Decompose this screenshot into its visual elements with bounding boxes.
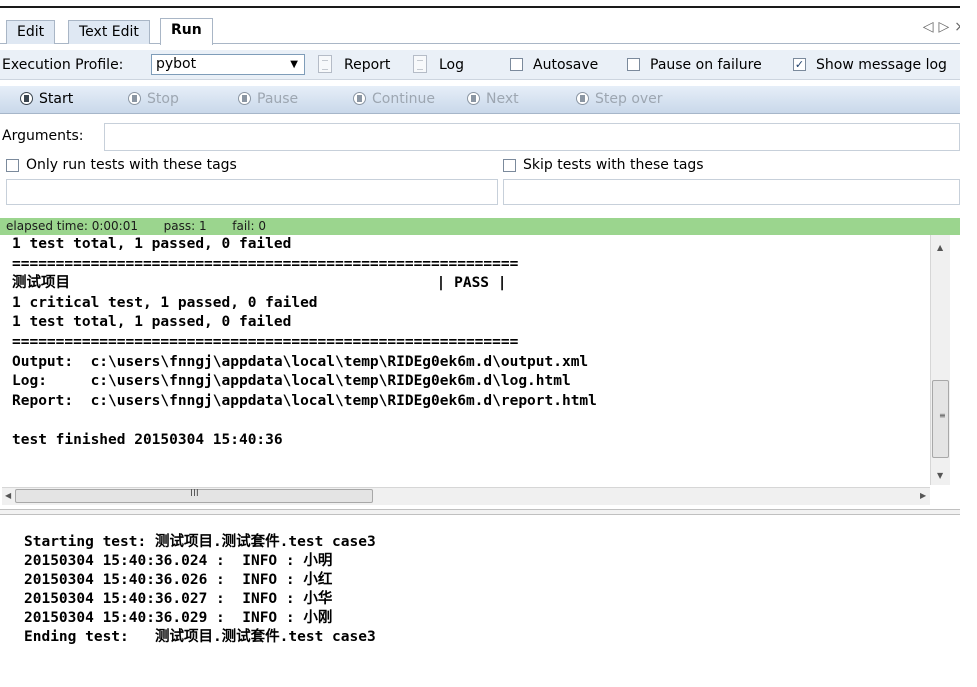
output-line: test finished 20150304 15:40:36: [12, 431, 283, 448]
stop-icon: [128, 92, 141, 105]
output-line: Report: c:\users\fnngj\appdata\local\tem…: [12, 392, 597, 409]
output-line: Output: c:\users\fnngj\appdata\local\tem…: [12, 353, 589, 370]
execution-profile-value: pybot: [156, 56, 197, 72]
pause-on-failure-checkbox[interactable]: [627, 58, 640, 71]
log-document-icon: [413, 55, 427, 73]
only-run-tags-label: Only run tests with these tags: [26, 157, 237, 173]
message-log-line: 20150304 15:40:36.024 : INFO : 小明: [24, 553, 333, 569]
output-line: 测试项目 | PASS |: [12, 275, 507, 292]
arguments-input[interactable]: [104, 123, 960, 151]
show-message-log-label: Show message log: [816, 57, 947, 73]
output-vertical-scroll-thumb[interactable]: ≡: [932, 380, 949, 458]
window-top-edge: [0, 0, 977, 8]
message-log-line: Ending test: 测试项目.测试套件.test case3: [24, 629, 376, 645]
output-line: ========================================…: [12, 333, 519, 350]
next-label: Next: [486, 91, 519, 107]
pause-label: Pause: [257, 91, 299, 107]
pause-icon: [238, 92, 251, 105]
step-over-label: Step over: [595, 91, 663, 107]
execution-profile-select[interactable]: pybot ▼: [151, 54, 305, 75]
log-link[interactable]: Log: [439, 57, 464, 73]
run-status-bar: elapsed time: 0:00:01 pass: 1 fail: 0: [0, 218, 960, 235]
pause-button[interactable]: Pause: [238, 91, 298, 107]
dropdown-arrow-icon: ▼: [290, 59, 298, 70]
scroll-right-icon[interactable]: ▶: [920, 491, 926, 500]
arguments-row: Arguments:: [0, 121, 977, 155]
only-run-tags-checkbox[interactable]: [6, 159, 19, 172]
message-log[interactable]: Starting test: 测试项目.测试套件.test case3 20150…: [2, 533, 942, 683]
tab-edit[interactable]: Edit: [6, 20, 56, 44]
message-log-line: 20150304 15:40:36.026 : INFO : 小红: [24, 572, 333, 588]
scroll-down-icon[interactable]: ▼: [937, 471, 943, 480]
pass-count: pass: 1: [163, 219, 207, 233]
tab-text-edit[interactable]: Text Edit: [68, 20, 150, 44]
play-icon: [20, 92, 33, 105]
next-button[interactable]: Next: [467, 91, 519, 107]
autosave-checkbox[interactable]: [510, 58, 523, 71]
stop-label: Stop: [147, 91, 179, 107]
arguments-label: Arguments:: [2, 128, 84, 144]
output-vertical-scrollbar[interactable]: ▲ ≡ ▼: [930, 235, 950, 485]
pause-on-failure-label: Pause on failure: [650, 57, 762, 73]
output-horizontal-scroll-thumb[interactable]: III: [15, 488, 373, 503]
skip-tags-input[interactable]: [503, 179, 960, 205]
scroll-up-icon[interactable]: ▲: [937, 243, 943, 252]
report-document-icon: [318, 55, 332, 73]
execution-profile-bar: Execution Profile: pybot ▼ Report Log Au…: [0, 50, 977, 80]
report-link[interactable]: Report: [344, 57, 390, 73]
continue-icon: [353, 92, 366, 105]
start-button[interactable]: Start: [20, 91, 73, 107]
message-log-line: 20150304 15:40:36.029 : INFO : 小刚: [24, 610, 333, 626]
output-line: ========================================…: [12, 255, 519, 272]
stop-button[interactable]: Stop: [128, 91, 179, 107]
next-icon: [467, 92, 480, 105]
tags-row: Only run tests with these tags Skip test…: [0, 155, 977, 209]
output-line: Log: c:\users\fnngj\appdata\local\temp\R…: [12, 373, 571, 390]
tab-strip: Edit Text Edit Run: [0, 14, 977, 45]
output-horizontal-scrollbar[interactable]: ◀ III ▶: [2, 487, 930, 505]
window-right-edge: [960, 0, 977, 687]
execution-profile-label: Execution Profile:: [2, 57, 124, 73]
only-run-tags-input[interactable]: [6, 179, 498, 205]
fail-count: fail: 0: [232, 219, 267, 233]
output-line: 1 test total, 1 passed, 0 failed: [12, 314, 292, 331]
tab-prev-icon[interactable]: ◁: [923, 19, 939, 35]
pane-splitter[interactable]: [0, 509, 960, 515]
message-log-line: Starting test: 测试项目.测试套件.test case3: [24, 534, 376, 550]
tab-next-icon[interactable]: ▷: [938, 19, 954, 35]
scroll-left-icon[interactable]: ◀: [5, 491, 11, 500]
continue-label: Continue: [372, 91, 435, 107]
start-label: Start: [39, 91, 74, 107]
elapsed-time: elapsed time: 0:00:01: [6, 219, 138, 233]
autosave-label: Autosave: [533, 57, 599, 73]
skip-tags-label: Skip tests with these tags: [523, 157, 704, 173]
output-console[interactable]: 1 test total, 1 passed, 0 failed ========…: [2, 235, 930, 487]
message-log-line: 20150304 15:40:36.027 : INFO : 小华: [24, 591, 333, 607]
skip-tags-checkbox[interactable]: [503, 159, 516, 172]
output-line: 1 test total, 1 passed, 0 failed: [12, 236, 292, 252]
run-toolbar: Start Stop Pause Continue Next Step over: [0, 86, 977, 114]
step-over-icon: [576, 92, 589, 105]
show-message-log-checkbox[interactable]: ✓: [793, 58, 806, 71]
continue-button[interactable]: Continue: [353, 91, 435, 107]
output-line: 1 critical test, 1 passed, 0 failed: [12, 294, 318, 311]
step-over-button[interactable]: Step over: [576, 91, 663, 107]
tab-run[interactable]: Run: [160, 18, 213, 45]
